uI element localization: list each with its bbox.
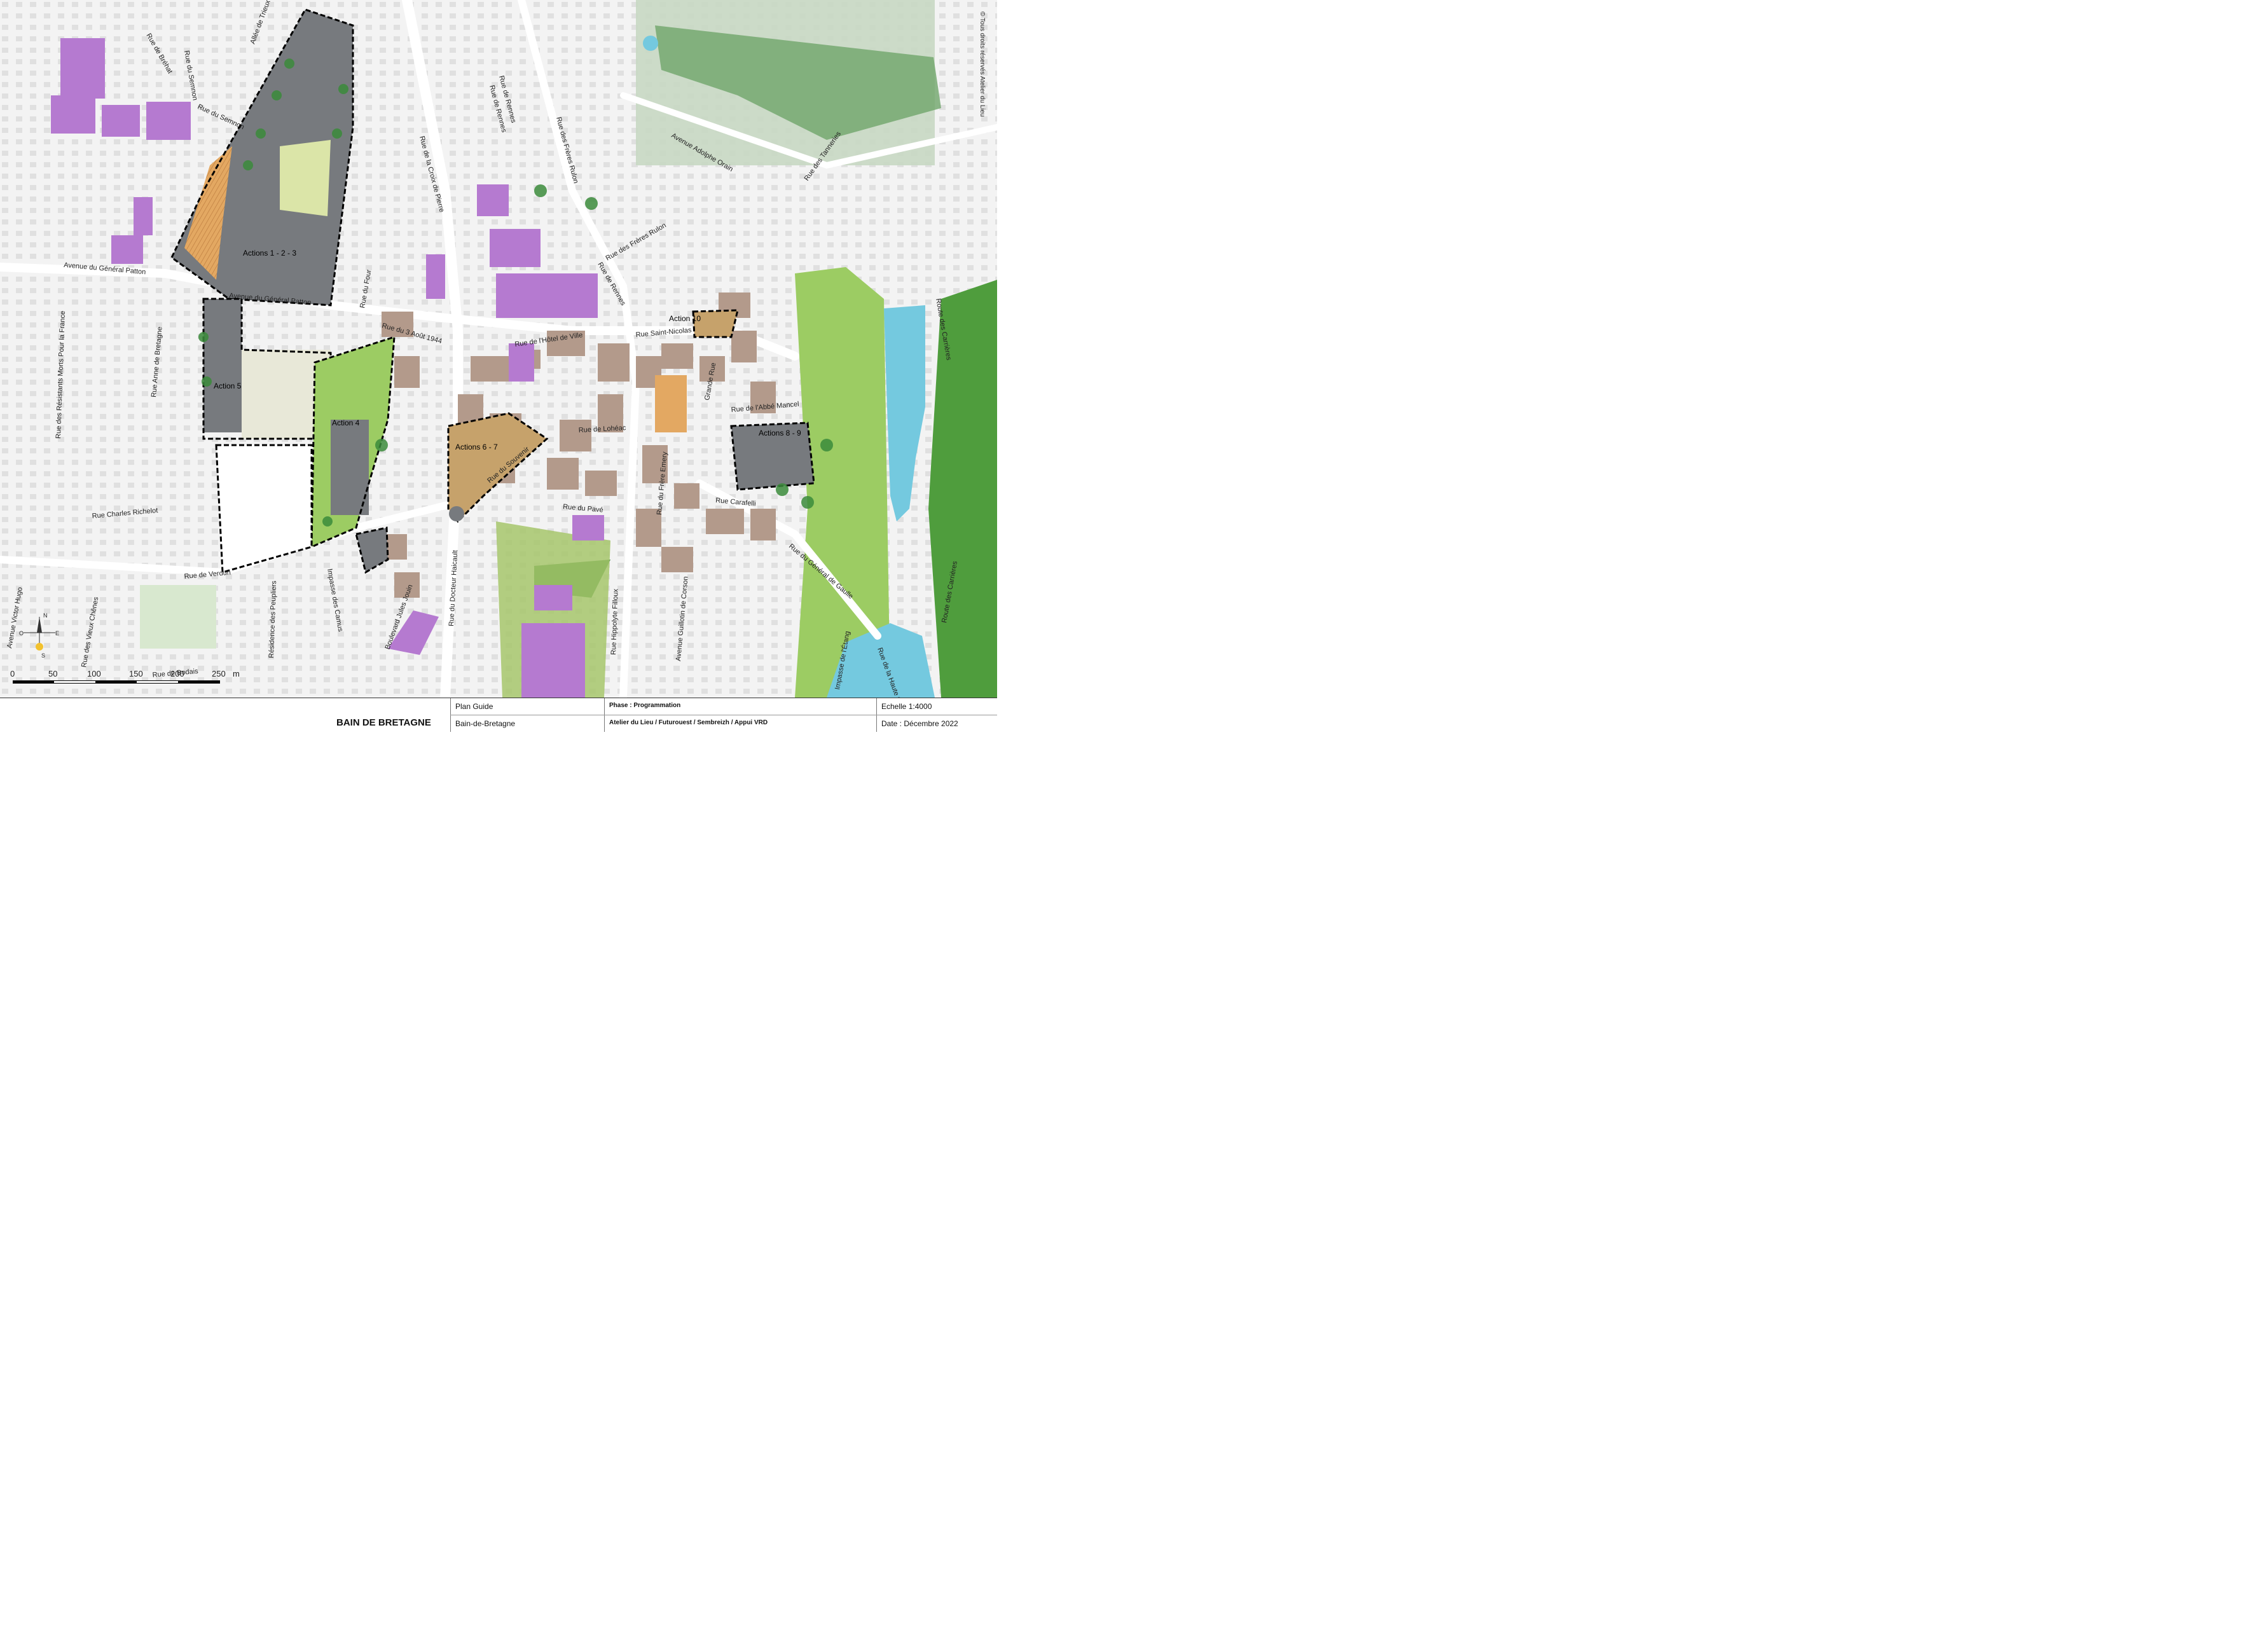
compass-south: S bbox=[41, 652, 45, 659]
scale-tick: 250 bbox=[212, 669, 226, 678]
project-team: Atelier du Lieu / Futurouest / Sembreizh… bbox=[609, 719, 768, 726]
action-label: Action 4 bbox=[332, 418, 360, 427]
scale-tick: 0 bbox=[10, 669, 15, 678]
central-square bbox=[655, 375, 687, 432]
compass-west: O bbox=[19, 630, 24, 637]
action-label: Actions 6 - 7 bbox=[455, 443, 498, 451]
action-label: Action 10 bbox=[669, 314, 701, 323]
commune-name: Bain-de-Bretagne bbox=[455, 719, 516, 728]
action-label: Actions 1 - 2 - 3 bbox=[243, 249, 296, 258]
action-label: Actions 8 - 9 bbox=[759, 429, 801, 437]
map-scale: Echelle 1:4000 bbox=[881, 702, 932, 711]
scale-tick: 100 bbox=[87, 669, 101, 678]
copyright-notice: © Tous droits réservés Atelier du Lieu bbox=[979, 11, 986, 117]
action-label: Action 5 bbox=[214, 382, 242, 390]
urban-plan-map: Rue de Bréhat Allée de Trieux Rue du Sem… bbox=[0, 0, 1000, 724]
town-name: BAIN DE BRETAGNE bbox=[336, 717, 431, 728]
document-date: Date : Décembre 2022 bbox=[881, 719, 958, 728]
green-west-south bbox=[140, 585, 216, 649]
document-type: Plan Guide bbox=[455, 702, 493, 711]
scale-unit: m bbox=[233, 669, 240, 678]
compass-north: N bbox=[43, 612, 48, 619]
scale-tick: 50 bbox=[48, 669, 57, 678]
title-block: BAIN DE BRETAGNE Plan Guide Bain-de-Bret… bbox=[0, 698, 997, 732]
pond-small bbox=[643, 36, 658, 51]
scale-tick: 200 bbox=[170, 669, 184, 678]
east-green-forest bbox=[928, 280, 997, 698]
scale-tick: 150 bbox=[129, 669, 143, 678]
project-phase: Phase : Programmation bbox=[609, 702, 681, 709]
compass-east: E bbox=[55, 630, 59, 637]
